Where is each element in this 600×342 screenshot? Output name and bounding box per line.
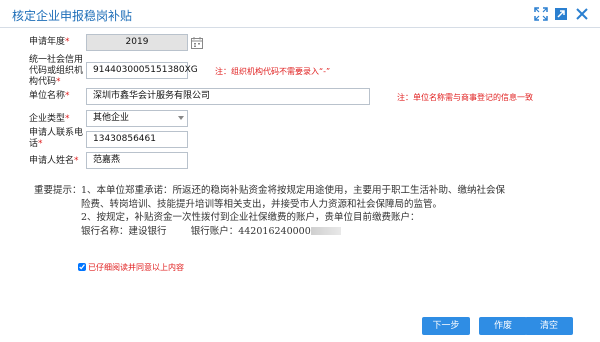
notice-paragraph-2: 2、按规定，补贴资金一次性拨付到企业社保缴费的账户，贵单位目前缴费账户： [81, 212, 420, 223]
company-name-label: 单位名称* [29, 91, 70, 101]
agree-checkbox-row[interactable]: 已仔细阅读并同意以上内容 [78, 262, 184, 273]
bank-info: 银行名称：建设银行 银行账户：442016240000 [81, 225, 509, 239]
company-type-label: 企业类型* [29, 114, 70, 124]
credit-code-input[interactable]: 9144030005151380XG [86, 62, 198, 79]
account-number: 442016240000 [238, 225, 311, 237]
company-name-input[interactable]: 深圳市鑫华会计服务有限公司 [86, 88, 370, 105]
applicant-input[interactable]: 范嘉燕 [86, 152, 188, 169]
redacted-block [310, 226, 341, 235]
clear-button[interactable]: 清空 [525, 317, 573, 335]
cancel-button[interactable]: 作废 [479, 317, 527, 335]
applicant-label: 申请人姓名* [29, 156, 79, 166]
next-button[interactable]: 下一步 [422, 317, 470, 335]
dialog-titlebar: 核定企业申报稳岗补贴 [0, 0, 600, 28]
close-icon[interactable] [575, 6, 589, 20]
company-type-select[interactable]: 其他企业 [86, 110, 188, 127]
calendar-icon[interactable] [190, 35, 204, 49]
notice-heading: 重要提示： [34, 185, 82, 196]
company-type-value: 其他企业 [93, 113, 130, 123]
credit-code-label: 统一社会信用 代码或组织机 构代码* [29, 55, 84, 87]
agree-label: 已仔细阅读并同意以上内容 [88, 263, 184, 272]
year-field: 2019 [86, 34, 188, 51]
chevron-down-icon [178, 116, 184, 120]
credit-code-hint: 注：组织机构代码不需要录入“-” [215, 67, 331, 76]
phone-label: 申请人联系电 话* [29, 128, 84, 149]
company-name-hint: 注：单位名称需与商事登记的信息一致 [397, 93, 533, 102]
maximize-icon[interactable] [554, 6, 568, 20]
dialog-title: 核定企业申报稳岗补贴 [12, 9, 133, 23]
agree-checkbox[interactable] [78, 263, 86, 271]
phone-input[interactable]: 13430856461 [86, 131, 188, 148]
year-label: 申请年度* [29, 37, 70, 47]
notice-paragraph-1: 1、本单位郑重承诺：所返还的稳岗补贴资金将按规定用途使用，主要用于职工生活补助、… [81, 185, 506, 210]
expand-icon[interactable] [534, 6, 548, 21]
